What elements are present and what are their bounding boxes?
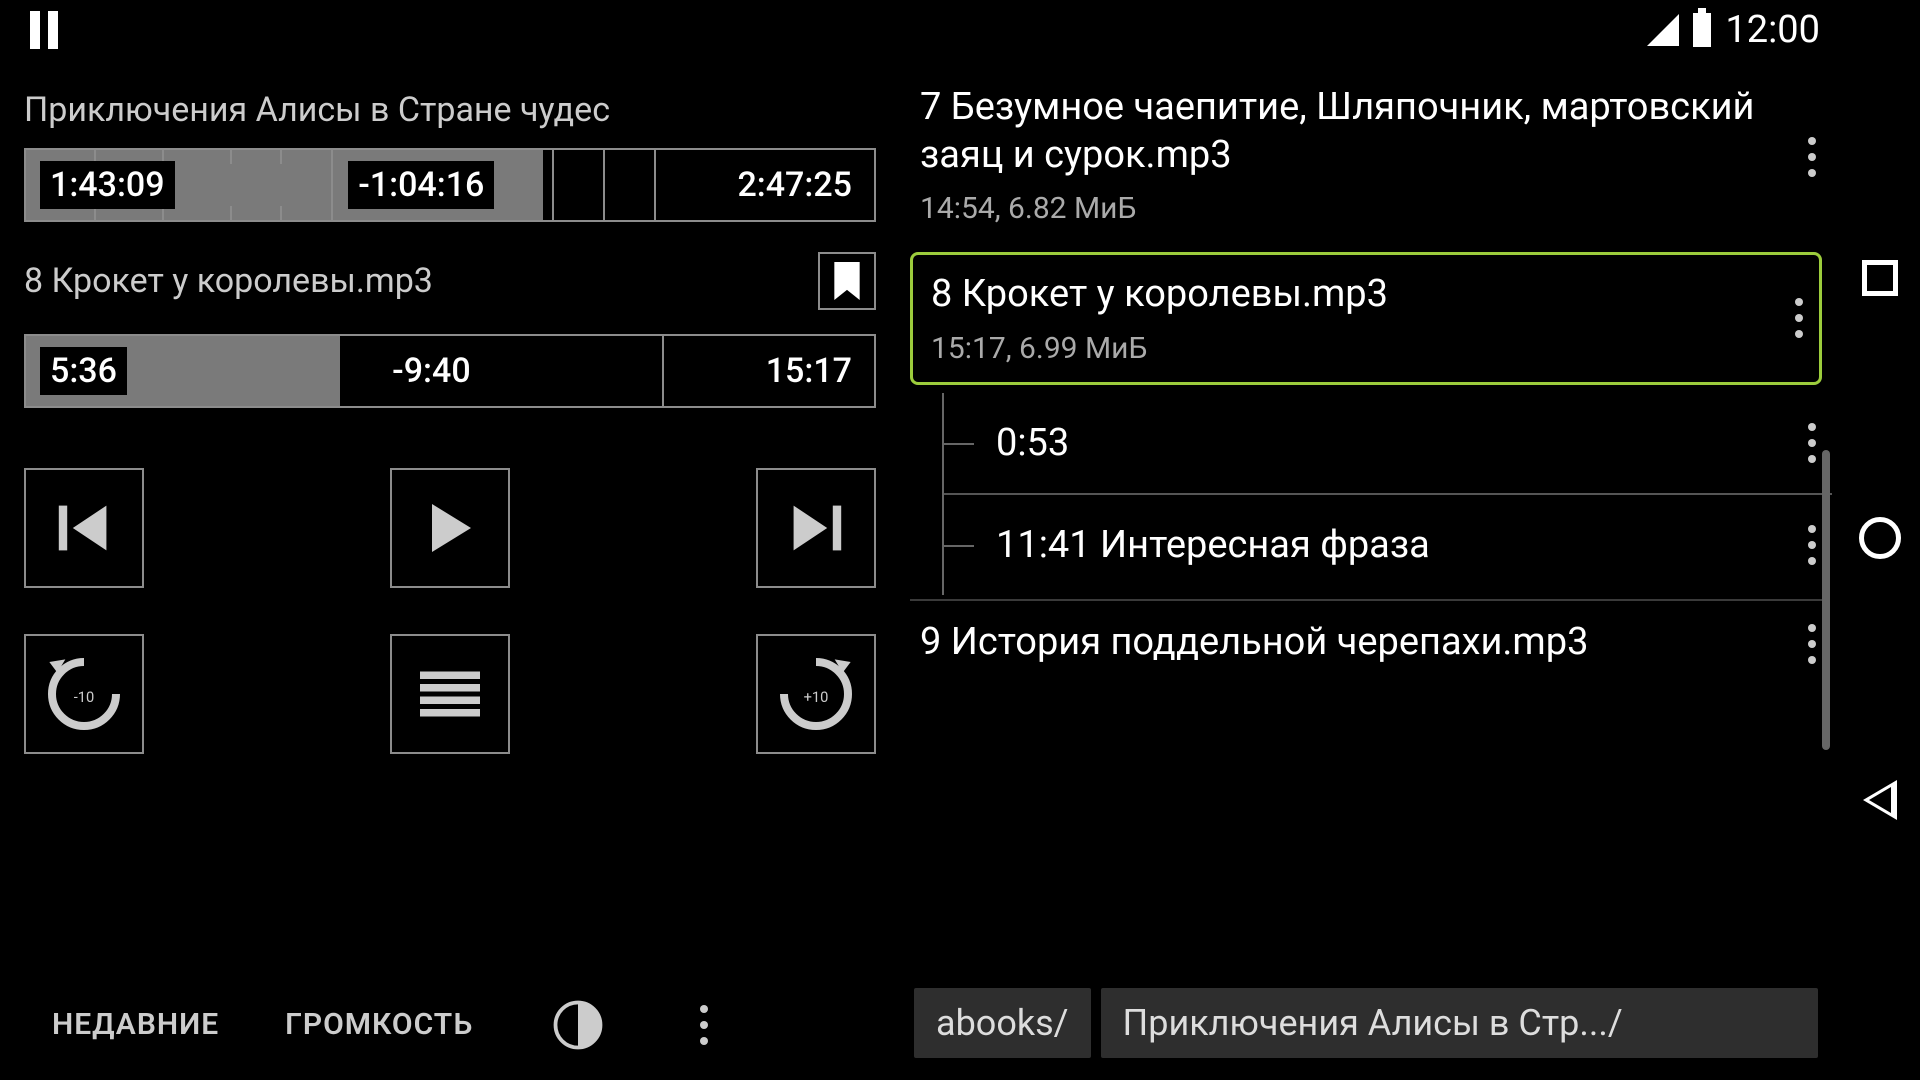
- track-total: 15:17: [756, 347, 862, 395]
- list-button[interactable]: [390, 634, 510, 754]
- bookmark-menu[interactable]: [1808, 525, 1816, 565]
- system-nav-bar: [1840, 0, 1920, 1080]
- playlist-pane: 7 Безумное чаепитие, Шляпочник, мартовск…: [900, 70, 1840, 1080]
- track-list[interactable]: 7 Безумное чаепитие, Шляпочник, мартовск…: [900, 70, 1832, 978]
- track-elapsed: 5:36: [40, 347, 127, 395]
- breadcrumb-current[interactable]: Приключения Алисы в Стр.../: [1101, 988, 1818, 1058]
- breadcrumb-bar: abooks/ Приключения Алисы в Стр.../: [900, 978, 1832, 1080]
- track-item-selected[interactable]: 8 Крокет у королевы.mp3 15:17, 6.99 МиБ: [910, 252, 1822, 385]
- pause-icon: [30, 11, 62, 49]
- dots-icon: [700, 1005, 708, 1045]
- play-button[interactable]: [390, 468, 510, 588]
- nav-back-button[interactable]: [1863, 780, 1897, 820]
- more-button[interactable]: [669, 990, 739, 1060]
- rewind-icon: -10: [44, 654, 124, 734]
- book-total: 2:47:25: [727, 161, 862, 209]
- dots-icon: [1795, 298, 1803, 338]
- track-item-menu[interactable]: [1795, 298, 1803, 338]
- prev-track-button[interactable]: [24, 468, 144, 588]
- bookmark-menu[interactable]: [1808, 423, 1816, 463]
- dots-icon: [1808, 137, 1816, 177]
- status-bar: 12:00: [0, 0, 1840, 60]
- book-title: Приключения Алисы в Стране чудес: [24, 90, 876, 130]
- bookmark-list: 0:53 11:41 Интересная фраза: [942, 393, 1832, 595]
- track-item-title: 9 История поддельной черепахи.mp3: [920, 619, 1812, 667]
- track-item[interactable]: 7 Безумное чаепитие, Шляпочник, мартовск…: [900, 70, 1832, 244]
- bookmark-icon: [831, 262, 863, 300]
- track-item[interactable]: 9 История поддельной черепахи.mp3: [900, 605, 1832, 685]
- day-night-button[interactable]: [543, 990, 613, 1060]
- book-elapsed: 1:43:09: [40, 161, 175, 209]
- volume-button[interactable]: ГРОМКОСТЬ: [257, 989, 501, 1060]
- forward-icon: +10: [776, 654, 856, 734]
- dots-icon: [1808, 423, 1816, 463]
- skip-previous-icon: [56, 500, 112, 556]
- track-item-title: 7 Безумное чаепитие, Шляпочник, мартовск…: [920, 84, 1812, 179]
- recent-button[interactable]: НЕДАВНИЕ: [24, 989, 247, 1060]
- play-icon: [420, 498, 480, 558]
- bookmark-text: 0:53: [996, 421, 1812, 465]
- track-item-meta: 14:54, 6.82 МиБ: [920, 191, 1812, 226]
- player-pane: Приключения Алисы в Стране чудес 1:43:09…: [0, 70, 900, 1080]
- clock: 12:00: [1725, 8, 1820, 52]
- bookmark-text: 11:41 Интересная фраза: [996, 523, 1812, 567]
- dots-icon: [1808, 624, 1816, 664]
- track-item-menu[interactable]: [1808, 624, 1816, 664]
- bookmark-item[interactable]: 11:41 Интересная фраза: [944, 493, 1832, 595]
- battery-icon: [1693, 13, 1711, 47]
- track-remaining: -9:40: [382, 347, 481, 395]
- signal-icon: [1647, 14, 1679, 46]
- bookmark-button[interactable]: [818, 252, 876, 310]
- book-remaining: -1:04:16: [348, 161, 494, 209]
- skip-next-icon: [788, 500, 844, 556]
- book-timeline[interactable]: 1:43:09 -1:04:16 2:47:25: [24, 148, 876, 222]
- forward-button[interactable]: +10: [756, 634, 876, 754]
- nav-home-button[interactable]: [1859, 517, 1901, 559]
- track-item-title: 8 Крокет у королевы.mp3: [931, 271, 1801, 319]
- svg-text:-10: -10: [74, 688, 95, 706]
- rewind-button[interactable]: -10: [24, 634, 144, 754]
- scrollbar[interactable]: [1822, 450, 1830, 750]
- track-item-meta: 15:17, 6.99 МиБ: [931, 331, 1801, 366]
- current-track: 8 Крокет у королевы.mp3: [24, 261, 433, 301]
- dots-icon: [1808, 525, 1816, 565]
- separator: [910, 599, 1822, 601]
- track-item-menu[interactable]: [1808, 137, 1816, 177]
- contrast-icon: [553, 1000, 603, 1050]
- bookmark-item[interactable]: 0:53: [944, 393, 1832, 493]
- list-icon: [420, 670, 480, 718]
- track-timeline[interactable]: 5:36 -9:40 15:17: [24, 334, 876, 408]
- next-track-button[interactable]: [756, 468, 876, 588]
- breadcrumb-root[interactable]: abooks/: [914, 988, 1091, 1058]
- nav-recent-button[interactable]: [1862, 260, 1898, 296]
- svg-text:+10: +10: [804, 688, 829, 706]
